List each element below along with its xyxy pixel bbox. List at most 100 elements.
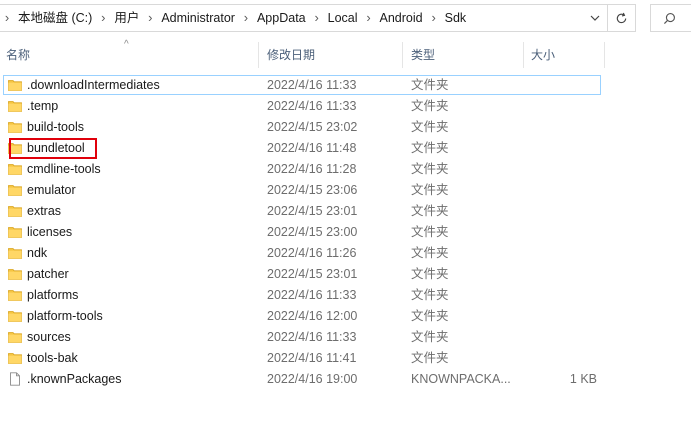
- file-type: 文件夹: [411, 351, 449, 365]
- modified-date: 2022/4/15 23:01: [267, 204, 358, 218]
- table-row[interactable]: sources 2022/4/16 11:33 文件夹: [0, 327, 691, 348]
- folder-icon: [8, 351, 22, 365]
- file-type: 文件夹: [411, 141, 449, 155]
- folder-icon: [8, 78, 22, 92]
- chevron-right-icon[interactable]: ›: [143, 5, 157, 31]
- modified-date: 2022/4/15 23:02: [267, 120, 358, 134]
- breadcrumb-local[interactable]: Local: [324, 5, 362, 31]
- file-name: .knownPackages: [27, 372, 122, 386]
- file-type: 文件夹: [411, 78, 449, 92]
- chevron-right-icon[interactable]: ›: [239, 5, 253, 31]
- file-name: extras: [27, 204, 62, 218]
- file-type: 文件夹: [411, 162, 449, 176]
- column-header-name[interactable]: 名称: [0, 40, 258, 70]
- folder-icon: [8, 330, 22, 344]
- file-size: 1 KB: [569, 372, 597, 386]
- chevron-right-icon[interactable]: ›: [427, 5, 441, 31]
- column-header-size[interactable]: 大小: [524, 40, 604, 70]
- folder-icon: [8, 309, 22, 323]
- folder-icon: [8, 267, 22, 281]
- file-name: patcher: [27, 267, 69, 281]
- file-name: .temp: [27, 99, 59, 113]
- column-header-date[interactable]: 修改日期: [259, 40, 402, 70]
- modified-date: 2022/4/16 11:28: [267, 162, 357, 176]
- modified-date: 2022/4/16 11:26: [267, 246, 357, 260]
- folder-icon: [8, 120, 22, 134]
- modified-date: 2022/4/15 23:01: [267, 267, 358, 281]
- file-type: 文件夹: [411, 183, 449, 197]
- breadcrumb-users[interactable]: 用户: [110, 5, 143, 31]
- breadcrumb-administrator[interactable]: Administrator: [157, 5, 239, 31]
- file-name: tools-bak: [27, 351, 78, 365]
- file-type: 文件夹: [411, 225, 449, 239]
- table-row[interactable]: patcher 2022/4/15 23:01 文件夹: [0, 264, 691, 285]
- file-name: cmdline-tools: [27, 162, 101, 176]
- table-row[interactable]: licenses 2022/4/15 23:00 文件夹: [0, 222, 691, 243]
- chevron-right-icon[interactable]: ›: [310, 5, 324, 31]
- chevron-right-icon[interactable]: ›: [362, 5, 376, 31]
- breadcrumb: › 本地磁盘 (C:) › 用户 › Administrator › AppDa…: [0, 5, 470, 31]
- file-name: build-tools: [27, 120, 84, 134]
- modified-date: 2022/4/15 23:00: [267, 225, 358, 239]
- table-row[interactable]: .knownPackages 2022/4/16 19:00 KNOWNPACKA.…: [0, 369, 691, 390]
- modified-date: 2022/4/16 11:33: [267, 78, 357, 92]
- modified-date: 2022/4/16 11:33: [267, 330, 357, 344]
- file-type: 文件夹: [411, 246, 449, 260]
- breadcrumb-appdata[interactable]: AppData: [253, 5, 310, 31]
- breadcrumb-sdk[interactable]: Sdk: [441, 5, 471, 31]
- refresh-button[interactable]: [608, 4, 636, 32]
- folder-icon: [8, 183, 22, 197]
- modified-date: 2022/4/16 11:33: [267, 288, 357, 302]
- table-row[interactable]: platform-tools 2022/4/16 12:00 文件夹: [0, 306, 691, 327]
- column-headers: ^ 名称 修改日期 类型 大小: [0, 39, 691, 70]
- table-row[interactable]: emulator 2022/4/15 23:06 文件夹: [0, 180, 691, 201]
- refresh-icon: [616, 12, 627, 23]
- file-type: 文件夹: [411, 288, 449, 302]
- file-name: emulator: [27, 183, 76, 197]
- chevron-right-icon[interactable]: ›: [0, 5, 14, 31]
- file-name: sources: [27, 330, 71, 344]
- breadcrumb-drive[interactable]: 本地磁盘 (C:): [14, 5, 96, 31]
- table-row[interactable]: .temp 2022/4/16 11:33 文件夹: [0, 96, 691, 117]
- highlight-annotation: [9, 138, 97, 159]
- table-row[interactable]: extras 2022/4/15 23:01 文件夹: [0, 201, 691, 222]
- file-type: 文件夹: [411, 330, 449, 344]
- table-row[interactable]: tools-bak 2022/4/16 11:41 文件夹: [0, 348, 691, 369]
- modified-date: 2022/4/16 12:00: [267, 309, 358, 323]
- modified-date: 2022/4/16 19:00: [267, 372, 358, 386]
- folder-icon: [8, 246, 22, 260]
- file-name: ndk: [27, 246, 48, 260]
- folder-icon: [8, 204, 22, 218]
- folder-icon: [8, 288, 22, 302]
- file-type: 文件夹: [411, 99, 449, 113]
- file-name: platform-tools: [27, 309, 103, 323]
- breadcrumb-android[interactable]: Android: [376, 5, 427, 31]
- file-type: 文件夹: [411, 309, 449, 323]
- column-header-type[interactable]: 类型: [403, 40, 523, 70]
- table-row[interactable]: bundletool 2022/4/16 11:48 文件夹: [0, 138, 691, 159]
- file-name: .downloadIntermediates: [27, 78, 160, 92]
- chevron-right-icon[interactable]: ›: [96, 5, 110, 31]
- address-bar[interactable]: › 本地磁盘 (C:) › 用户 › Administrator › AppDa…: [0, 4, 608, 32]
- column-divider[interactable]: [604, 42, 605, 68]
- file-type: KNOWNPACKA...: [411, 372, 511, 386]
- search-icon: [663, 12, 675, 24]
- modified-date: 2022/4/16 11:33: [267, 99, 357, 113]
- chevron-down-icon[interactable]: [583, 5, 607, 31]
- table-row[interactable]: ndk 2022/4/16 11:26 文件夹: [0, 243, 691, 264]
- table-row[interactable]: platforms 2022/4/16 11:33 文件夹: [0, 285, 691, 306]
- file-name: platforms: [27, 288, 79, 302]
- folder-icon: [8, 225, 22, 239]
- modified-date: 2022/4/16 11:48: [267, 141, 357, 155]
- file-list: .downloadIntermediates 2022/4/16 11:33 文件夹…: [0, 75, 691, 390]
- modified-date: 2022/4/15 23:06: [267, 183, 358, 197]
- file-icon: [8, 372, 22, 386]
- modified-date: 2022/4/16 11:41: [267, 351, 357, 365]
- table-row[interactable]: .downloadIntermediates 2022/4/16 11:33 文件夹: [0, 75, 691, 96]
- table-row[interactable]: build-tools 2022/4/15 23:02 文件夹: [0, 117, 691, 138]
- file-type: 文件夹: [411, 204, 449, 218]
- search-input[interactable]: [650, 4, 691, 32]
- table-row[interactable]: cmdline-tools 2022/4/16 11:28 文件夹: [0, 159, 691, 180]
- folder-icon: [8, 99, 22, 113]
- file-type: 文件夹: [411, 267, 449, 281]
